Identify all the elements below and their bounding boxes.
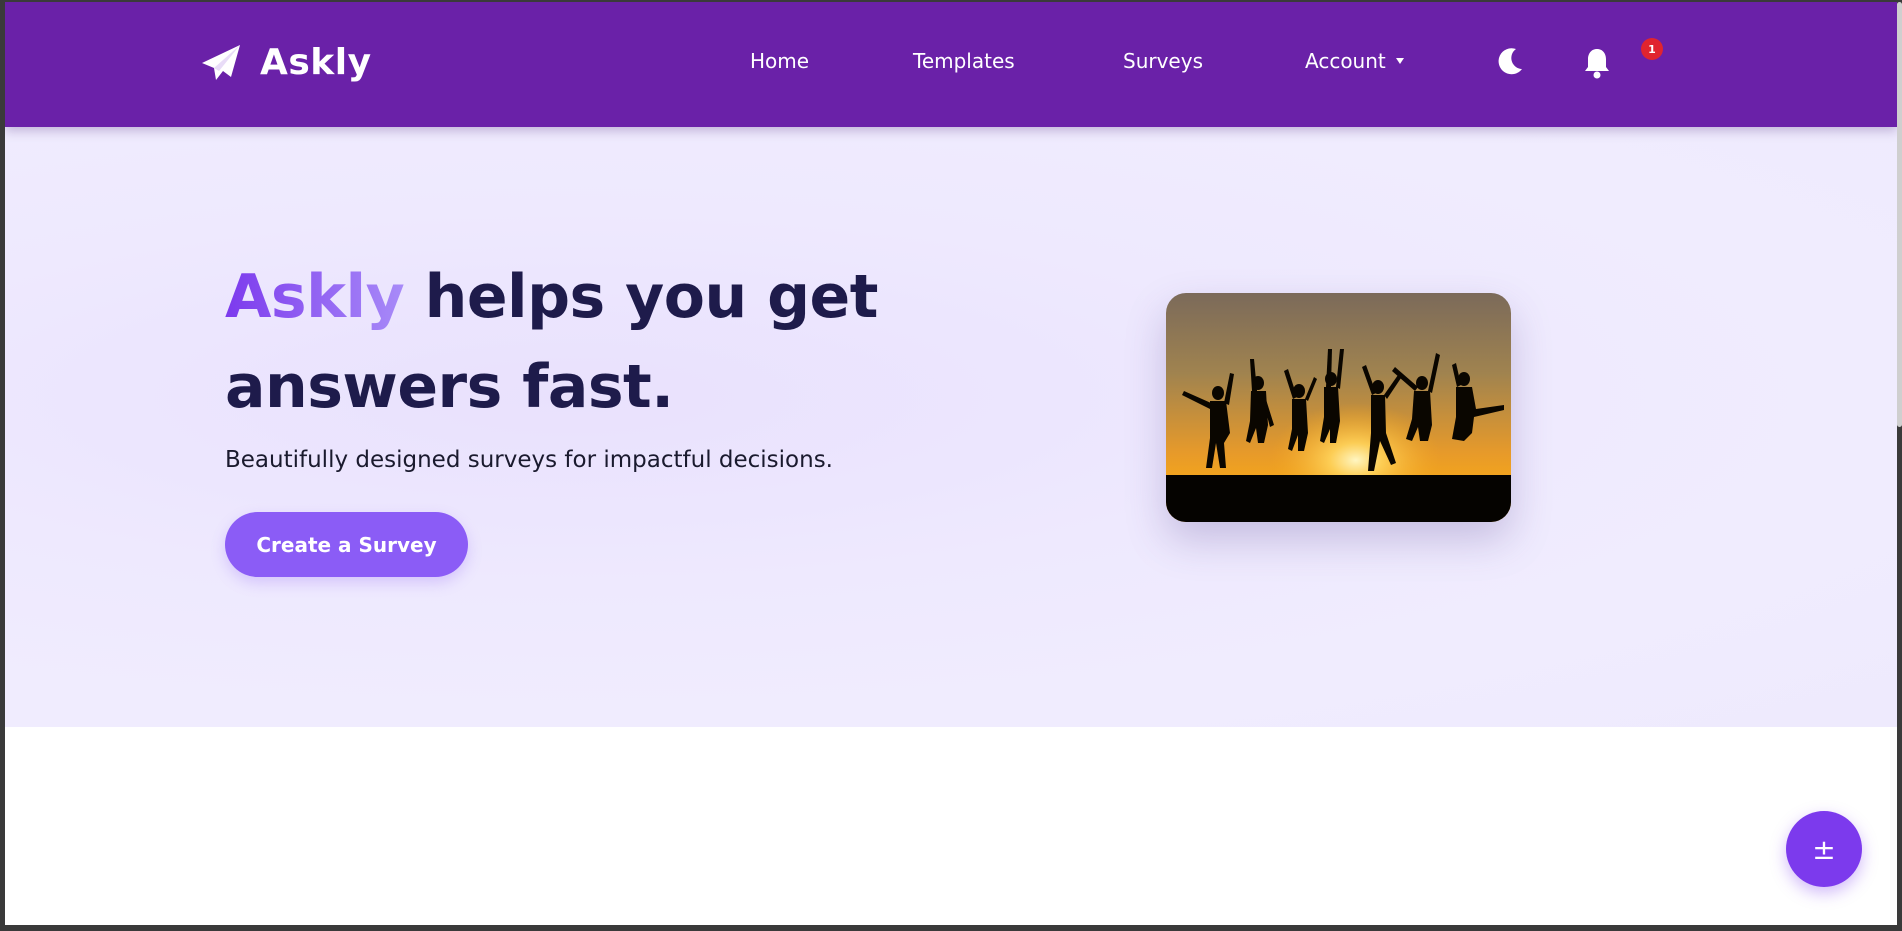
- navbar: Askly Home Templates Surveys Account 1: [5, 2, 1897, 127]
- nav-account-label: Account: [1305, 49, 1386, 73]
- moon-icon[interactable]: [1496, 45, 1524, 77]
- sunset-jumping-people-image: [1166, 293, 1511, 522]
- create-survey-button[interactable]: Create a Survey: [225, 512, 468, 577]
- hero-image: [1166, 293, 1511, 522]
- scrollbar-thumb[interactable]: [1897, 2, 1902, 427]
- hero-title-accent: Askly: [225, 262, 405, 332]
- floating-action-button[interactable]: ±: [1786, 811, 1862, 887]
- chevron-down-icon: [1395, 58, 1404, 64]
- hero-title: Askly helps you get answers fast.: [225, 252, 945, 432]
- hero-section: Askly helps you get answers fast. Beauti…: [5, 127, 1897, 727]
- nav-home[interactable]: Home: [750, 48, 809, 74]
- hero-subtitle: Beautifully designed surveys for impactf…: [225, 447, 833, 473]
- nav-templates[interactable]: Templates: [913, 48, 1015, 74]
- bell-icon[interactable]: [1582, 46, 1612, 80]
- brand-name: Askly: [260, 42, 372, 83]
- brand-logo[interactable]: Askly: [200, 42, 372, 84]
- notification-badge: 1: [1641, 38, 1663, 60]
- browser-window: Askly Home Templates Surveys Account 1 A…: [5, 2, 1897, 925]
- paper-plane-icon: [202, 45, 240, 80]
- nav-surveys[interactable]: Surveys: [1123, 48, 1203, 74]
- nav-account-dropdown[interactable]: Account: [1305, 48, 1404, 74]
